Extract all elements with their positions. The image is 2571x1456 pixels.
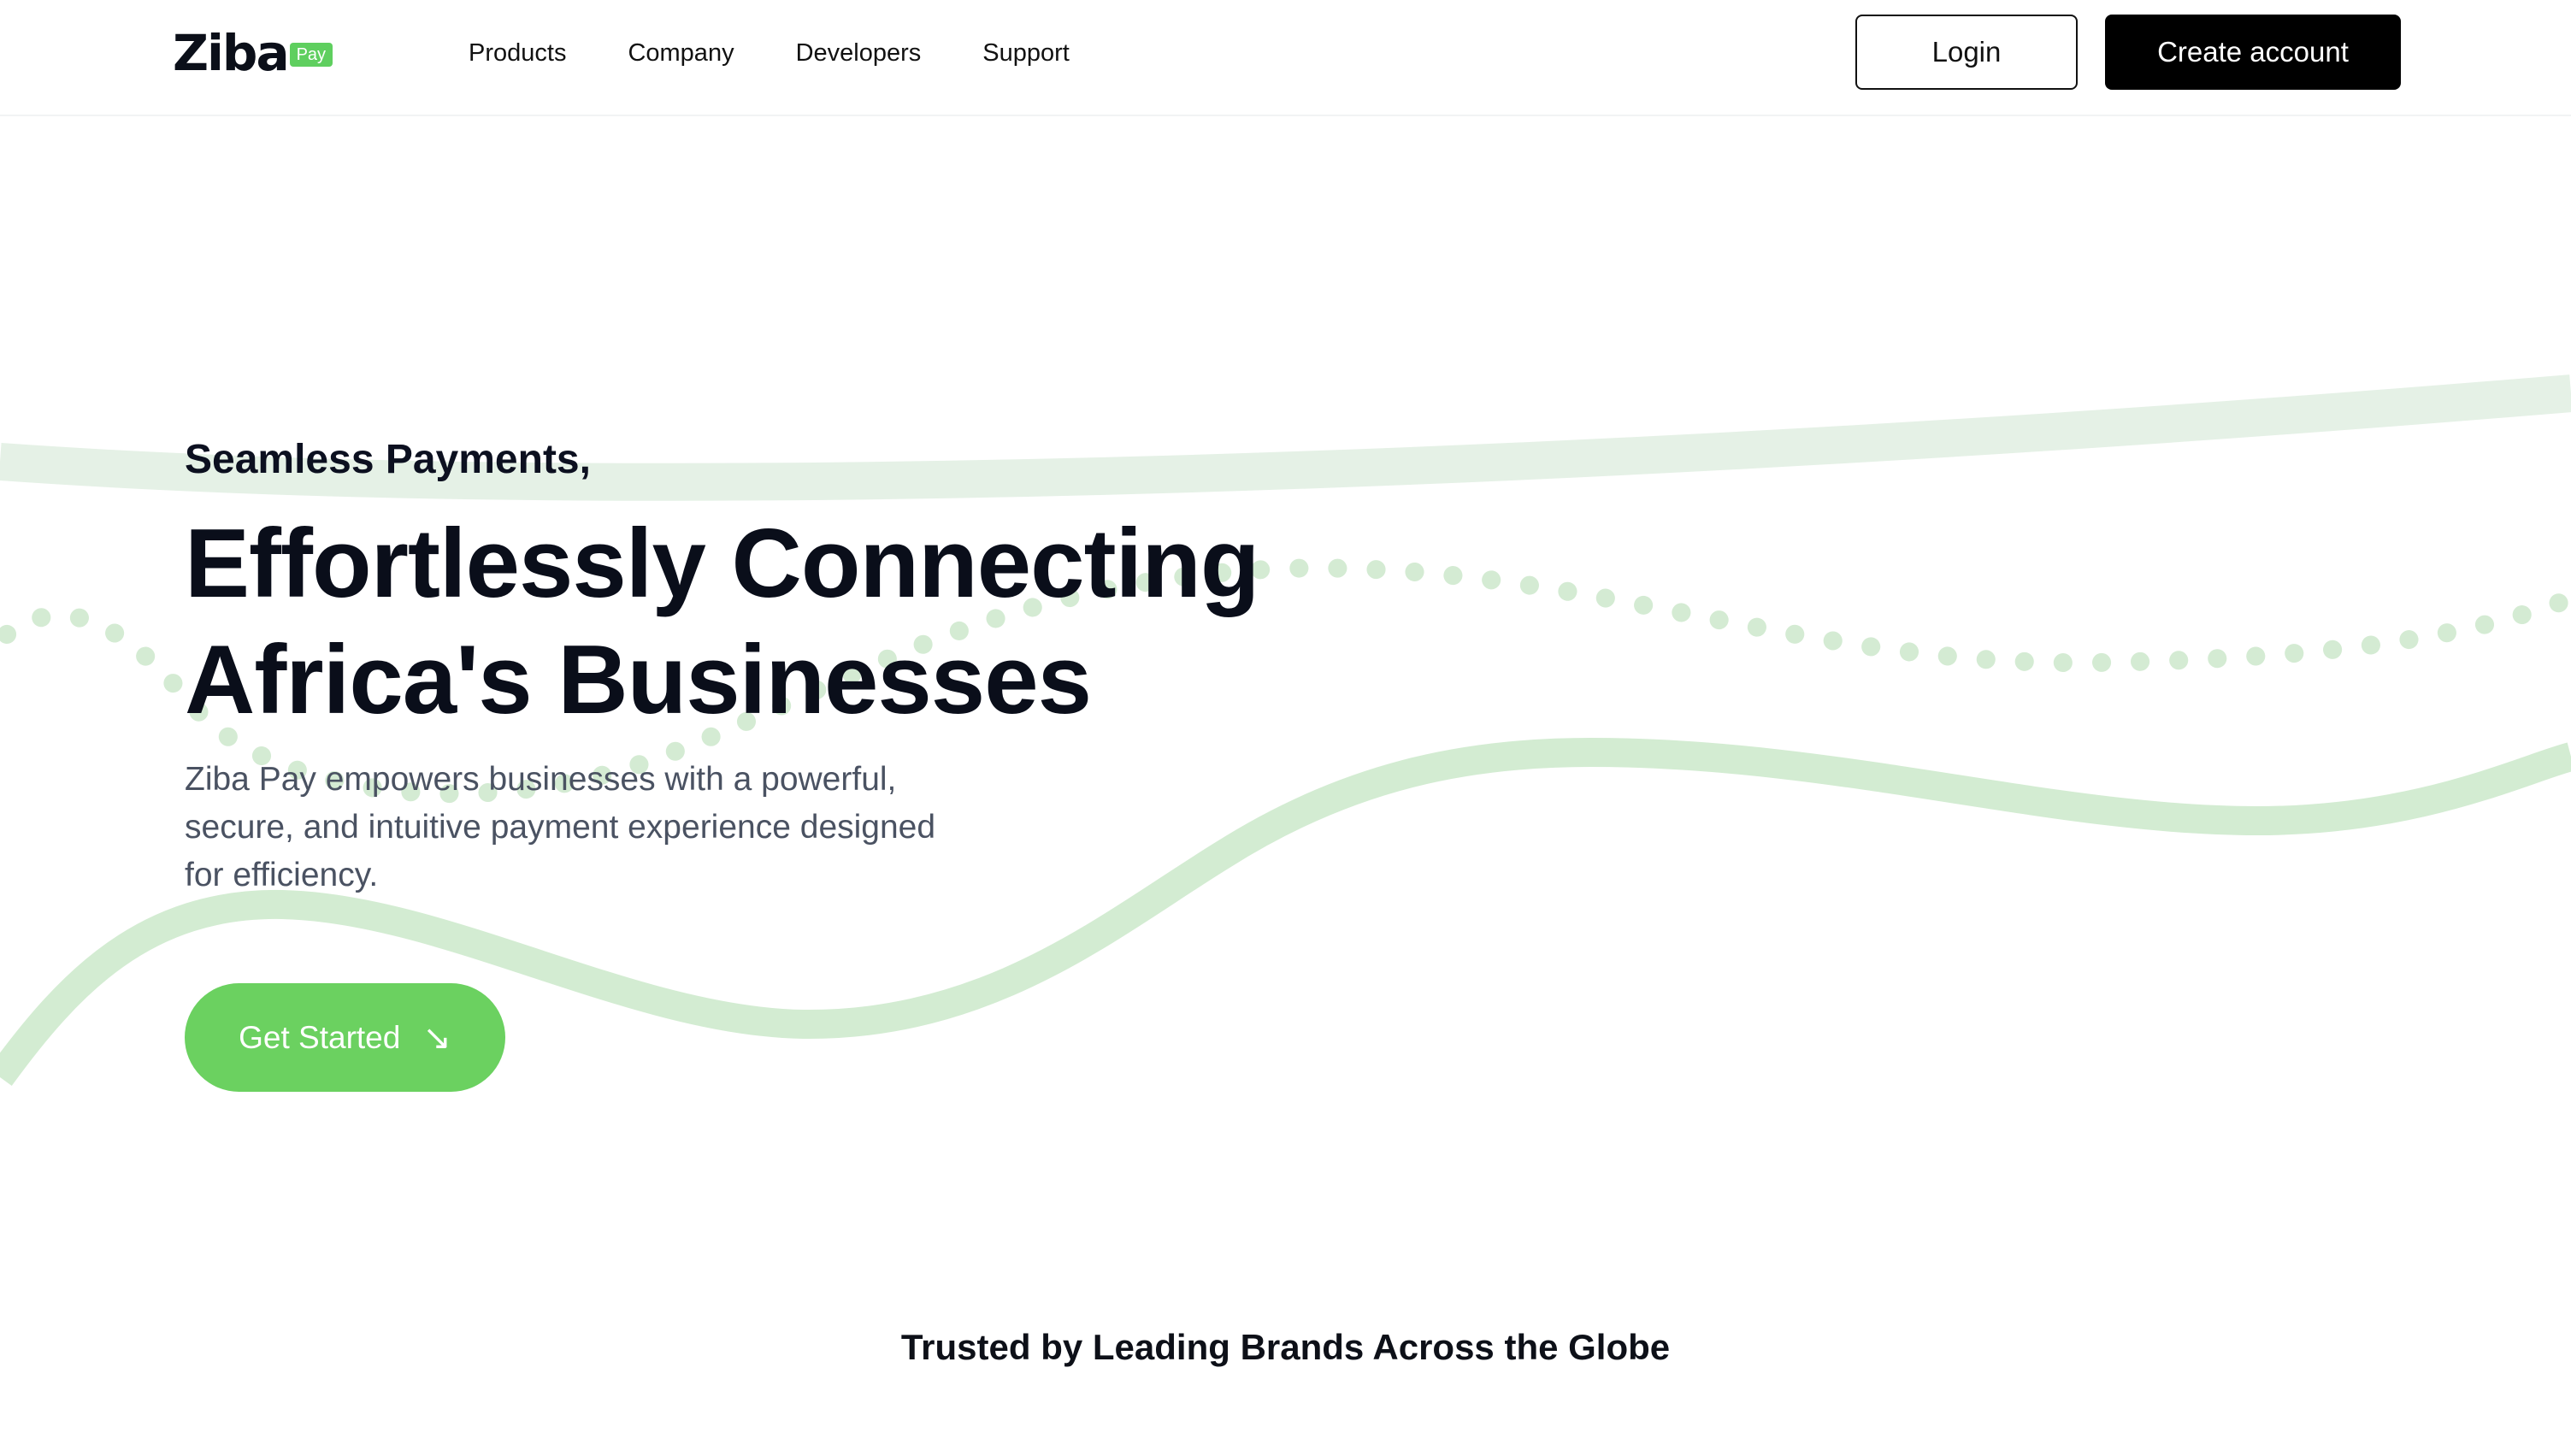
logo-badge: Pay [289,43,333,67]
site-header: Ziba Pay Products Company Developers Sup… [0,0,2571,116]
nav-developers[interactable]: Developers [796,34,922,72]
login-button[interactable]: Login [1855,15,2078,90]
trusted-heading: Trusted by Leading Brands Across the Glo… [900,1327,1671,1367]
nav-company[interactable]: Company [628,34,734,72]
logo-wordmark: Ziba [173,24,290,82]
get-started-label: Get Started [239,1019,401,1055]
hero-subtext: Ziba Pay empowers businesses with a powe… [185,761,936,893]
create-account-button[interactable]: Create account [2105,15,2401,90]
get-started-button[interactable]: Get Started ↘ [185,983,505,1092]
main-nav: Products Company Developers Support [469,34,1131,72]
hero-headline: Effortlessly Connecting Africa's Busines… [185,510,1260,734]
ziba-pay-logo[interactable]: Ziba Pay [173,26,333,80]
hero-eyebrow: Seamless Payments, [185,437,591,482]
nav-products[interactable]: Products [469,34,566,72]
nav-support[interactable]: Support [982,34,1070,72]
arrow-down-right-icon: ↘ [422,1018,451,1057]
